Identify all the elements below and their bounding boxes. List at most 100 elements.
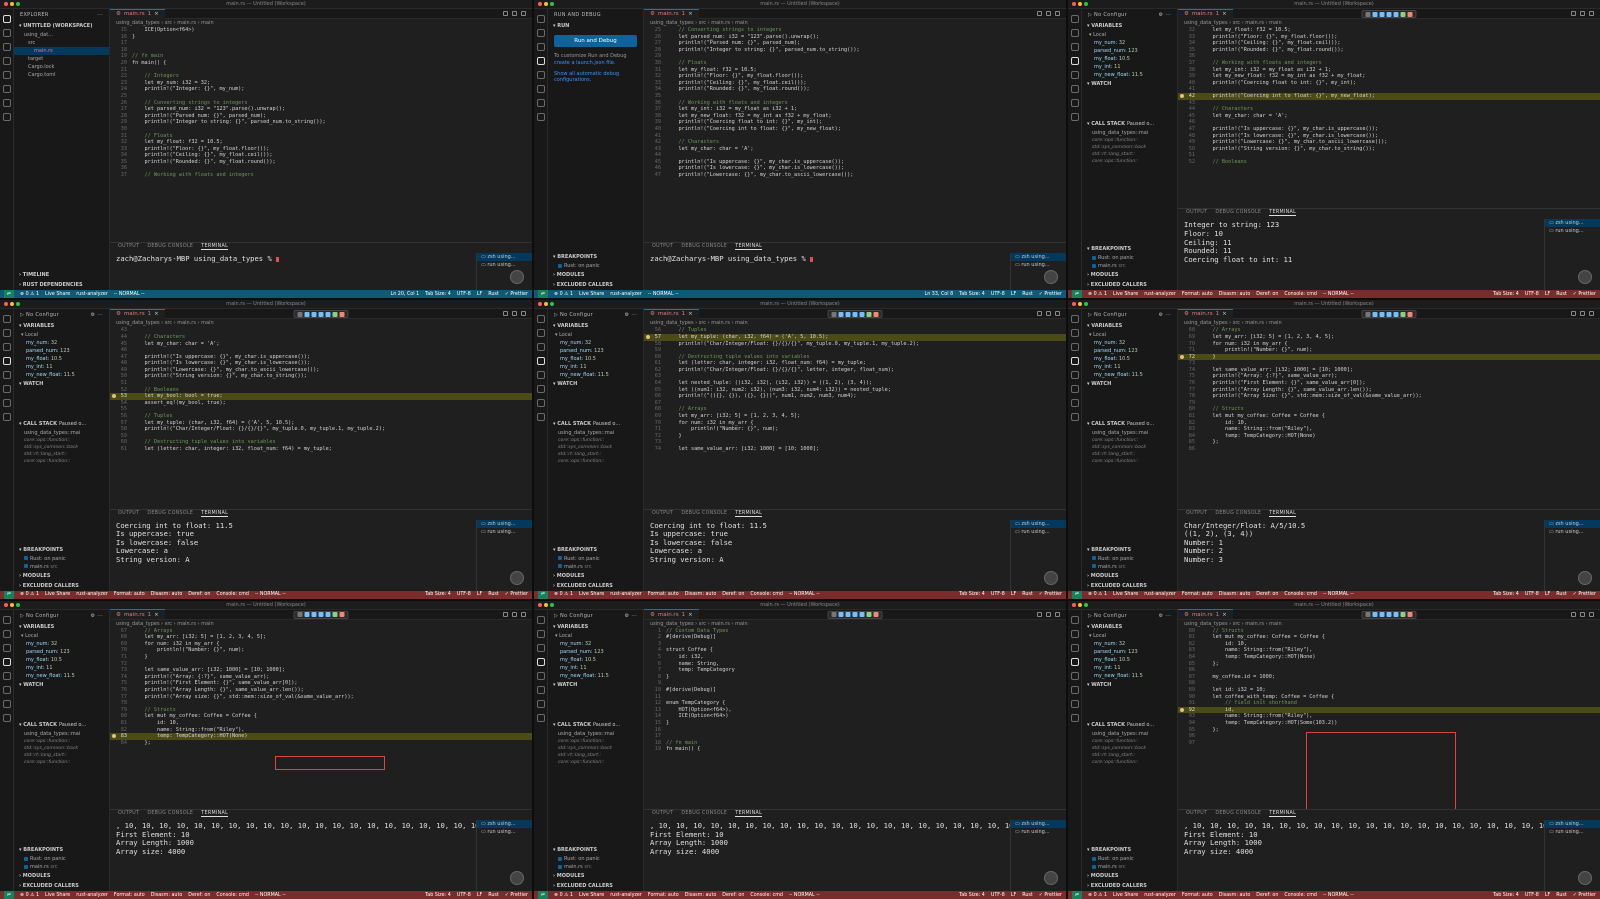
stack-frame[interactable]: core::ops::function:: — [14, 759, 109, 766]
live-share-button[interactable]: Live Share — [579, 893, 604, 898]
deref-status[interactable]: Deref: on — [722, 893, 744, 898]
stop-button[interactable] — [873, 311, 879, 317]
testing-icon[interactable] — [2, 99, 11, 107]
modules-section[interactable]: › MODULES — [548, 571, 643, 581]
tab-size[interactable]: Tab Size: 4 — [425, 893, 451, 898]
watch-section[interactable]: ▾ WATCH — [1082, 79, 1177, 89]
step-into-button[interactable] — [852, 311, 858, 317]
tab-size[interactable]: Tab Size: 4 — [425, 292, 451, 297]
create-launch-json-link[interactable]: create a launch.json file. — [554, 60, 615, 66]
stack-frame[interactable]: std::sys_common::back — [1082, 144, 1177, 151]
source-control-icon[interactable] — [536, 343, 545, 352]
tab-size[interactable]: Tab Size: 4 — [1493, 292, 1519, 297]
console-status[interactable]: Console: cmd — [1284, 292, 1317, 297]
settings-icon[interactable]: ⚙ ··· — [625, 312, 637, 318]
stack-frame[interactable]: core::ops::function:: — [1082, 759, 1177, 766]
variable-row[interactable]: my_new_float: 11.5 — [14, 371, 109, 379]
panel-tab-terminal[interactable]: TERMINAL — [201, 244, 229, 251]
live-share-button[interactable]: Live Share — [1113, 893, 1138, 898]
terminal-instance-zsh[interactable]: ▭ zsh using... — [477, 820, 532, 828]
watch-section[interactable]: ▾ WATCH — [1082, 680, 1177, 690]
breadcrumb[interactable]: using_data_types › src › main.rs › main — [110, 319, 532, 327]
more-actions-icon[interactable] — [521, 11, 526, 16]
panel-tab-terminal[interactable]: TERMINAL — [1269, 511, 1297, 517]
language-mode[interactable]: Rust — [488, 893, 499, 898]
stack-frame[interactable]: std::rt::lang_start:: — [1082, 451, 1177, 458]
panel-tab-debug-console[interactable]: DEBUG CONSOLE — [147, 244, 193, 250]
problems-count[interactable]: ⊗ 0 ⚠ 1 — [554, 893, 573, 898]
checkbox-icon[interactable] — [1092, 564, 1096, 569]
checkbox-icon[interactable] — [1092, 263, 1096, 268]
variable-row[interactable]: my_float: 10.5 — [548, 656, 643, 664]
source-control-icon[interactable] — [1070, 43, 1079, 51]
live-share-button[interactable]: Live Share — [1113, 292, 1138, 297]
disasm-status[interactable]: Disasm: auto — [685, 592, 717, 597]
extensions-icon[interactable] — [2, 671, 11, 680]
restart-button[interactable] — [332, 612, 338, 618]
encoding[interactable]: UTF-8 — [991, 893, 1005, 898]
editor-tab-main-rs[interactable]: ⚙ main.rs 1 × — [644, 308, 699, 319]
prettier-status[interactable]: ✓ Prettier — [1573, 592, 1596, 597]
stack-frame[interactable]: using_data_types::mai — [548, 429, 643, 437]
variables-section[interactable]: ▾ VARIABLES — [1082, 21, 1177, 31]
stack-frame[interactable]: std::rt::lang_start:: — [14, 451, 109, 458]
more-icon[interactable]: ··· — [97, 12, 103, 18]
encoding[interactable]: UTF-8 — [1525, 592, 1539, 597]
variable-row[interactable]: my_num: 32 — [1082, 640, 1177, 648]
step-over-button[interactable] — [1379, 612, 1385, 618]
variable-row[interactable]: my_int: 11 — [1082, 63, 1177, 71]
stack-frame[interactable]: core::ops::function:: — [1082, 437, 1177, 444]
variable-row[interactable]: parsed_num: 123 — [1082, 47, 1177, 55]
rust-analyzer-status[interactable]: rust-analyzer — [1144, 592, 1176, 597]
variable-row[interactable]: my_int: 11 — [548, 664, 643, 672]
settings-icon[interactable]: ⚙ ··· — [1159, 12, 1171, 18]
docker-icon[interactable] — [536, 113, 545, 121]
breakpoints-section[interactable]: ▾ BREAKPOINTS — [1082, 845, 1177, 855]
deref-status[interactable]: Deref: on — [188, 893, 210, 898]
close-tab-icon[interactable]: × — [154, 11, 159, 17]
step-out-button[interactable] — [1393, 612, 1399, 618]
checkbox-icon[interactable] — [558, 856, 562, 861]
file-tree-item[interactable]: Cargo.lock — [14, 63, 109, 71]
files-icon[interactable] — [1070, 15, 1079, 23]
docker-icon[interactable] — [2, 713, 11, 722]
format-status[interactable]: Format: auto — [1182, 292, 1213, 297]
encoding[interactable]: UTF-8 — [991, 292, 1005, 297]
disasm-status[interactable]: Disasm: auto — [151, 893, 183, 898]
terminal-instance-zsh[interactable]: ▭ zsh using... — [477, 253, 532, 262]
live-share-button[interactable]: Live Share — [1113, 592, 1138, 597]
console-status[interactable]: Console: cmd — [1284, 893, 1317, 898]
editor-tab-main-rs[interactable]: ⚙ main.rs 1 × — [1178, 8, 1233, 19]
watch-section[interactable]: ▾ WATCH — [548, 680, 643, 690]
checkbox-icon[interactable] — [558, 556, 562, 561]
stack-frame[interactable]: using_data_types::mai — [1082, 730, 1177, 738]
docker-icon[interactable] — [536, 413, 545, 422]
breakpoint-item[interactable]: main.rs src — [548, 563, 643, 571]
extensions-icon[interactable] — [536, 671, 545, 680]
stack-frame[interactable]: std::rt::lang_start:: — [548, 752, 643, 759]
call-stack-section[interactable]: ▾ CALL STACK Paused o... — [1082, 119, 1177, 129]
stack-frame[interactable]: core::ops::function:: — [548, 458, 643, 465]
continue-button[interactable] — [1372, 11, 1378, 17]
terminal-output[interactable]: , 10, 10, 10, 10, 10, 10, 10, 10, 10, 10… — [110, 820, 476, 891]
line-ending[interactable]: LF — [1545, 893, 1550, 898]
file-tree-item[interactable]: target — [14, 55, 109, 63]
step-out-button[interactable] — [859, 311, 865, 317]
files-icon[interactable] — [2, 615, 11, 624]
terminal-output[interactable]: Coercing int to float: 11.5 Is uppercase:… — [644, 520, 1010, 591]
excluded-callers-section[interactable]: › EXCLUDED CALLERS — [14, 581, 109, 591]
testing-icon[interactable] — [536, 399, 545, 408]
variable-row[interactable]: my_int: 11 — [1082, 363, 1177, 371]
file-tree-item[interactable]: using_dat... — [14, 31, 109, 39]
variable-row[interactable]: my_float: 10.5 — [14, 656, 109, 664]
remote-indicator[interactable]: ⇌ — [4, 290, 15, 299]
more-actions-icon[interactable] — [1589, 11, 1594, 16]
step-into-button[interactable] — [1386, 11, 1392, 17]
rust-dependencies-section[interactable]: › RUST DEPENDENCIES — [14, 280, 109, 290]
breakpoints-section[interactable]: ▾ BREAKPOINTS — [1082, 244, 1177, 254]
search-icon[interactable] — [536, 29, 545, 37]
settings-icon[interactable]: ⚙ ··· — [625, 613, 637, 619]
panel-tab-output[interactable]: OUTPUT — [652, 511, 673, 517]
language-mode[interactable]: Rust — [488, 592, 499, 597]
code-editor[interactable]: 68 // Arrays 69 let my_arr: [i32; 5] = [1… — [1178, 327, 1600, 508]
